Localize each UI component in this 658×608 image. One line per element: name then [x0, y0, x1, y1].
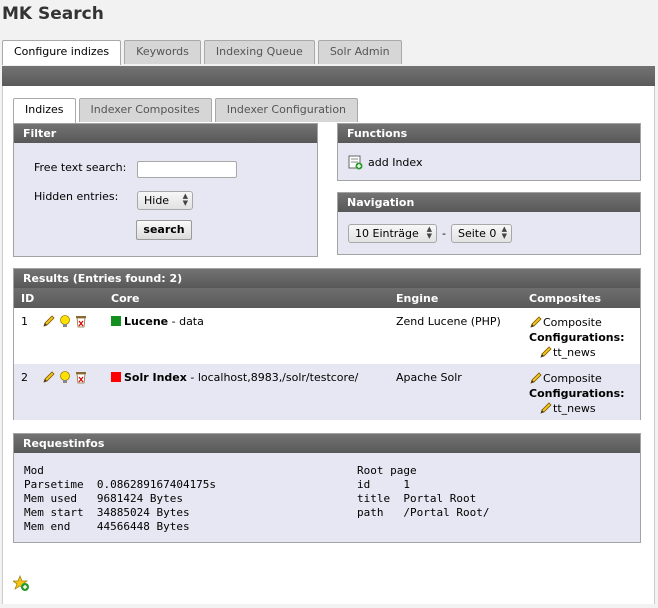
add-index-link[interactable]: add Index [348, 155, 422, 170]
core-detail: - localhost,8983,/solr/testcore/ [186, 371, 359, 384]
page-value: Seite 0 [458, 227, 497, 240]
tab-keywords[interactable]: Keywords [124, 40, 201, 64]
requestinfos-panel: Requestinfos Mod Parsetime 0.08628916740… [13, 433, 641, 543]
core-name: Lucene [124, 315, 169, 328]
pencil-icon[interactable] [42, 314, 56, 328]
row-actions [42, 314, 88, 328]
entries-per-page-value: 10 Einträge [355, 227, 419, 240]
tab-configure-indizes[interactable]: Configure indizes [2, 40, 122, 65]
row-id: 1 [21, 315, 28, 328]
pencil-icon[interactable] [529, 315, 543, 329]
configurations-label: Configurations: [529, 331, 625, 344]
core-detail: - data [168, 315, 204, 328]
select-arrows-icon: ▲ ▼ [501, 225, 507, 240]
select-arrows-icon: ▲ ▼ [182, 192, 188, 207]
request-stats: Mod Parsetime 0.086289167404175s Mem use… [24, 464, 217, 533]
table-row: 1 Lucene - data Zend Lucene (PHP) Compos… [14, 308, 640, 364]
results-table-header: ID Core Engine Composites [14, 288, 640, 308]
main-tabs: Configure indizes Keywords Indexing Queu… [2, 40, 405, 65]
tab-indexing-queue[interactable]: Indexing Queue [203, 40, 315, 64]
navigation-panel-title: Navigation [338, 193, 640, 212]
page-select[interactable]: Seite 0 ▲ ▼ [451, 224, 512, 243]
functions-panel-title: Functions [338, 124, 640, 143]
entries-per-page-select[interactable]: 10 Einträge ▲ ▼ [348, 224, 437, 243]
composites-cell: Composite Configurations: tt_news [529, 315, 625, 360]
row-id: 2 [21, 371, 28, 384]
tab-indexer-configuration[interactable]: Indexer Configuration [214, 98, 359, 122]
results-panel-title: Results (Entries found: 2) [14, 269, 640, 288]
select-arrows-icon: ▲ ▼ [426, 225, 432, 240]
free-text-label: Free text search: [34, 161, 127, 174]
delete-icon[interactable] [74, 314, 88, 328]
free-text-search-input[interactable] [137, 161, 237, 178]
core-name: Solr Index [124, 371, 187, 384]
column-engine: Engine [396, 292, 439, 305]
composite-link[interactable]: Composite [543, 372, 602, 385]
configuration-link[interactable]: tt_news [553, 346, 596, 359]
row-actions [42, 370, 88, 384]
root-page-info: Root page id 1 title Portal Root path /P… [357, 464, 490, 519]
hidden-entries-select[interactable]: Hide ▲ ▼ [137, 191, 193, 210]
navigation-separator: - [442, 227, 446, 240]
composite-link[interactable]: Composite [543, 316, 602, 329]
engine-cell: Zend Lucene (PHP) [396, 315, 501, 328]
tab-indexer-composites[interactable]: Indexer Composites [78, 98, 212, 122]
search-button[interactable]: search [136, 220, 192, 240]
column-core: Core [111, 292, 140, 305]
table-row: 2 Solr Index - localhost,8983,/solr/test… [14, 364, 640, 420]
results-panel: Results (Entries found: 2) ID Core Engin… [13, 268, 641, 420]
add-bookmark-icon[interactable] [13, 575, 30, 592]
functions-panel: Functions add Index [337, 123, 641, 181]
lightbulb-icon[interactable] [58, 314, 72, 328]
status-color-box [111, 372, 121, 382]
requestinfos-panel-title: Requestinfos [14, 434, 640, 453]
page-title: MK Search [2, 4, 104, 24]
hidden-entries-value: Hide [144, 194, 170, 207]
tab-solr-admin[interactable]: Solr Admin [317, 40, 402, 64]
composites-cell: Composite Configurations: tt_news [529, 371, 625, 416]
sub-tabs: Indizes Indexer Composites Indexer Confi… [13, 98, 361, 123]
tab-indizes[interactable]: Indizes [13, 98, 76, 123]
navigation-panel: Navigation 10 Einträge ▲ ▼ - Seite 0 ▲ ▼ [337, 192, 641, 255]
lightbulb-icon[interactable] [58, 370, 72, 384]
pencil-icon[interactable] [529, 371, 543, 385]
engine-cell: Apache Solr [396, 371, 462, 384]
core-cell: Solr Index - localhost,8983,/solr/testco… [111, 371, 358, 384]
configuration-link[interactable]: tt_news [553, 402, 596, 415]
pencil-icon[interactable] [539, 345, 553, 359]
pencil-icon[interactable] [539, 401, 553, 415]
filter-panel-title: Filter [14, 124, 317, 143]
column-composites: Composites [529, 292, 602, 305]
column-id: ID [21, 292, 35, 305]
hidden-entries-label: Hidden entries: [34, 190, 119, 203]
core-cell: Lucene - data [111, 315, 204, 328]
pencil-icon[interactable] [42, 370, 56, 384]
tab-header-bar [2, 66, 655, 86]
delete-icon[interactable] [74, 370, 88, 384]
configurations-label: Configurations: [529, 387, 625, 400]
add-index-label: add Index [368, 156, 423, 169]
add-index-icon [348, 155, 363, 170]
status-color-box [111, 316, 121, 326]
filter-panel: Filter Free text search: Hidden entries:… [13, 123, 318, 257]
